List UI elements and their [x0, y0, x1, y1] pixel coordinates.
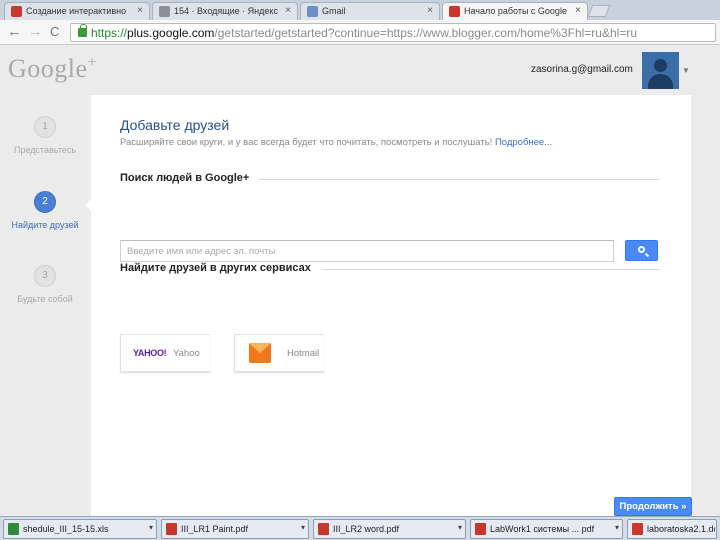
taskbar-item-label: LabWork1 системы ... pdf	[490, 524, 595, 534]
step-number: 1	[34, 116, 56, 138]
subtitle-text: Расширяйте свои круги, и у вас всегда бу…	[120, 137, 493, 148]
browser-toolbar: ← → C https://plus.google.com/getstarted…	[0, 20, 720, 45]
yahoo-logo-icon: YAHOO!	[133, 348, 167, 358]
address-bar[interactable]: https://plus.google.com/getstarted/getst…	[70, 23, 716, 42]
people-search-input[interactable]: Введите имя или адрес эл. почты	[120, 240, 614, 262]
close-tab-icon[interactable]: ×	[137, 5, 143, 16]
avatar-head-shape	[654, 59, 667, 72]
tab-title: Gmail	[322, 6, 346, 16]
page-content: Google+ zasorina.g@gmail.com ▼ 1 Предста…	[0, 46, 720, 536]
taskbar-item[interactable]: III_LR2 word.pdf ▾	[313, 519, 466, 539]
pdf-file-icon	[318, 523, 329, 535]
url-text: https://plus.google.com/getstarted/getst…	[91, 26, 637, 40]
forward-arrow-icon[interactable]: →	[28, 23, 43, 41]
logo-plus: +	[87, 54, 98, 71]
lock-icon	[78, 24, 87, 37]
taskbar-item[interactable]: LabWork1 системы ... pdf ▾	[470, 519, 623, 539]
pdf-file-icon	[632, 523, 643, 535]
os-taskbar: shedule_III_15-15.xls ▾ III_LR1 Paint.pd…	[0, 516, 720, 540]
account-email[interactable]: zasorina.g@gmail.com	[531, 64, 633, 75]
step-label: Найдите друзей	[11, 220, 79, 230]
close-tab-icon[interactable]: ×	[575, 5, 581, 16]
url-host: plus.google.com	[127, 26, 215, 40]
search-button[interactable]	[625, 240, 658, 261]
tab-title: Начало работы с Google	[464, 6, 567, 16]
taskbar-item[interactable]: III_LR1 Paint.pdf ▾	[161, 519, 309, 539]
avatar[interactable]	[642, 52, 679, 89]
logo-text: Google	[8, 54, 88, 83]
google-plus-favicon-icon	[449, 6, 460, 17]
chevron-down-icon[interactable]: ▾	[301, 523, 305, 532]
excel-file-icon	[8, 523, 19, 535]
browser-tab[interactable]: Создание интерактивно ×	[4, 2, 150, 20]
taskbar-item-label: III_LR2 word.pdf	[333, 524, 400, 534]
reload-icon[interactable]: C	[50, 23, 59, 41]
learn-more-link[interactable]: Подробнее...	[495, 137, 552, 148]
step-be-yourself: 3 Будьте собой	[0, 265, 90, 304]
browser-tab-active[interactable]: Начало работы с Google ×	[442, 2, 588, 20]
taskbar-item[interactable]: shedule_III_15-15.xls ▾	[3, 519, 157, 539]
new-tab-button[interactable]	[587, 5, 611, 17]
chevron-down-icon[interactable]: ▼	[682, 66, 690, 75]
document-favicon-icon	[159, 6, 170, 17]
browser-tab-strip: Создание интерактивно × 154 · Входящие ·…	[0, 0, 720, 20]
other-services-heading: Найдите друзей в других сервисах	[120, 262, 321, 274]
browser-tab[interactable]: Gmail ×	[300, 2, 440, 20]
step-label: Представьтесь	[13, 145, 77, 155]
page-subtitle: Расширяйте свои круги, и у вас всегда бу…	[120, 137, 552, 148]
yandex-favicon-icon	[11, 6, 22, 17]
step-label: Будьте собой	[17, 294, 73, 304]
hotmail-service-button[interactable]: Hotmail	[234, 334, 324, 372]
continue-button[interactable]: Продолжить »	[614, 497, 692, 516]
search-section-heading: Поиск людей в Google+	[120, 172, 260, 184]
find-friends-card: Добавьте друзей Расширяйте свои круги, и…	[91, 95, 691, 536]
url-path: /getstarted/getstarted?continue=https://…	[214, 26, 637, 40]
tab-title: Создание интерактивно	[26, 6, 127, 16]
gmail-favicon-icon	[307, 6, 318, 17]
close-tab-icon[interactable]: ×	[285, 5, 291, 16]
step-number: 3	[34, 265, 56, 287]
service-label: Yahoo	[173, 348, 200, 359]
taskbar-item[interactable]: laboratoska2.1.do	[627, 519, 717, 539]
pdf-file-icon	[166, 523, 177, 535]
envelope-icon	[249, 343, 271, 363]
close-tab-icon[interactable]: ×	[427, 5, 433, 16]
google-plus-logo[interactable]: Google+	[8, 54, 97, 84]
avatar-body-shape	[648, 74, 673, 89]
search-placeholder: Введите имя или адрес эл. почты	[127, 246, 276, 257]
chevron-down-icon[interactable]: ▾	[615, 523, 619, 532]
step-find-friends: 2 Найдите друзей	[0, 191, 90, 230]
taskbar-item-label: III_LR1 Paint.pdf	[181, 524, 249, 534]
back-arrow-icon[interactable]: ←	[7, 23, 22, 41]
step-introduce: 1 Представьтесь	[0, 116, 90, 155]
service-label: Hotmail	[287, 348, 320, 359]
tab-title: 154 · Входящие · Яндекс	[174, 6, 278, 16]
browser-tab[interactable]: 154 · Входящие · Яндекс ×	[152, 2, 298, 20]
step-number: 2	[34, 191, 56, 213]
chevron-down-icon[interactable]: ▾	[458, 523, 462, 532]
yahoo-service-button[interactable]: YAHOO! Yahoo	[120, 334, 210, 372]
chevron-down-icon[interactable]: ▾	[149, 523, 153, 532]
page-title: Добавьте друзей	[120, 117, 230, 133]
pdf-file-icon	[475, 523, 486, 535]
taskbar-item-label: shedule_III_15-15.xls	[23, 524, 109, 534]
taskbar-item-label: laboratoska2.1.do	[647, 524, 715, 534]
search-icon	[638, 246, 645, 253]
url-scheme: https://	[91, 26, 128, 40]
